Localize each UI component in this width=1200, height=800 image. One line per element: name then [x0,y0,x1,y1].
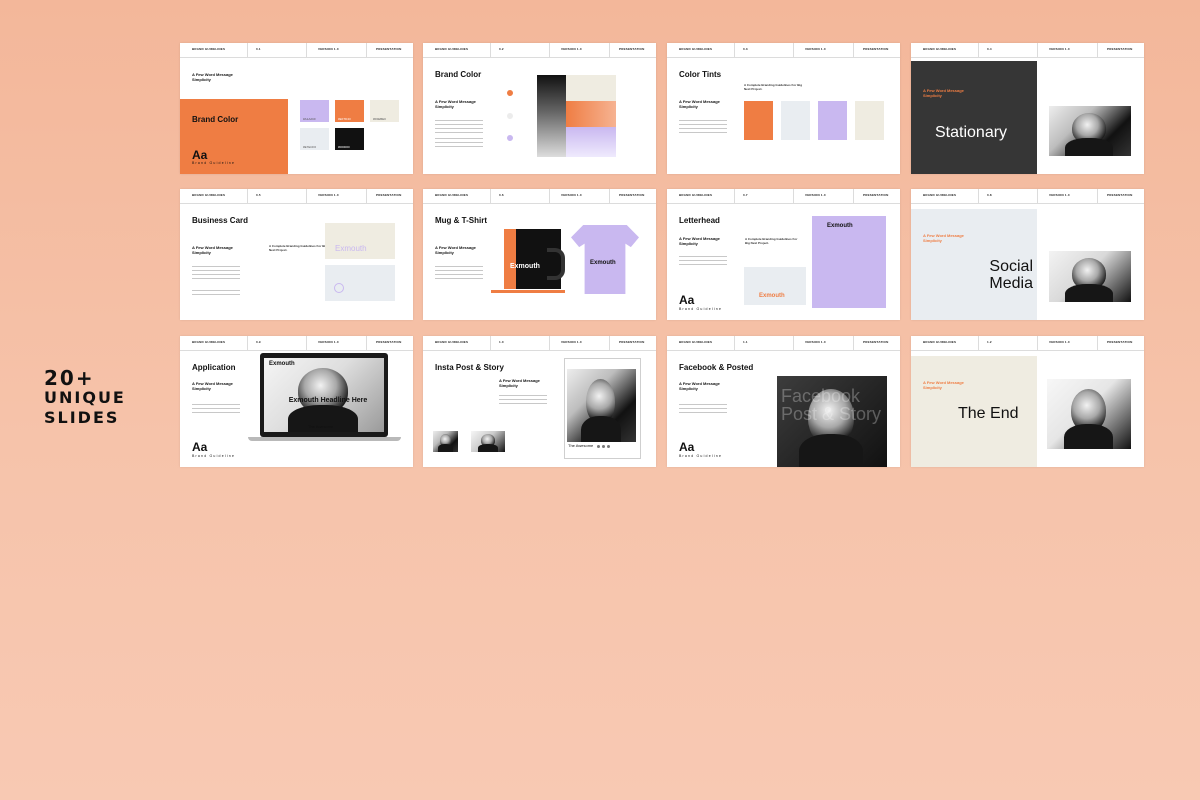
slide-5-intro: A Complete Branding Guidelines For Big N… [269,244,328,252]
slide-2-title: Brand Color [435,70,482,79]
insta-main-photo [567,369,636,442]
instagram-icon [607,445,610,448]
headline: 20+ UNIQUE SLIDES [44,368,174,428]
slide-6-msg: A Few Word Message Simplicity [435,245,476,255]
slide-the-end[interactable]: BRAND GUIDELINES 1.2 VERSION 1.0 PRESENTATI… [911,336,1144,467]
laptop-brand-label: Exmouth [269,361,295,367]
slide-4-msg: A Few Word Message Simplicity [923,88,964,98]
tint-swatch-cream [855,101,884,140]
facebook-icon [597,445,600,448]
tint-black [537,75,566,157]
twitter-icon [602,445,605,448]
mug-handle [547,248,565,280]
headline-count: 20+ [44,366,95,390]
slide-business-card[interactable]: BRAND GUIDELINES 0.5 VERSION 1.0 PRESENTATI… [180,189,413,320]
slide-2-msg: A Few Word Message Simplicity [435,99,476,109]
tint-lavender [566,127,616,157]
dot-lavender [507,135,513,141]
letterhead-brand-label: Exmouth [827,223,853,229]
slide-7-brand-guide: Brand Guideline [679,307,723,311]
laptop-base [248,437,401,441]
tint-orange [566,101,616,127]
slide-11-aa: Aa [679,440,695,454]
mug-plate [491,290,565,293]
slide-9-msg: A Few Word Message Simplicity [192,381,233,391]
slide-1-msg: A Few Word Message Simplicity [192,72,233,82]
slide-7-msg: A Few Word Message Simplicity [679,236,720,246]
slide-11-title: Facebook & Posted [679,363,754,372]
the-end-photo [1047,379,1131,449]
slide-11-brand-guide: Brand Guideline [679,454,723,458]
slide-grid: BRAND GUIDELINES 0.1 VERSION 1.0 PRESENTATI… [180,43,1144,467]
dot-light [507,113,513,119]
stationary-dark-panel [911,61,1037,174]
slide-3-msg: A Few Word Message Simplicity [679,99,720,109]
swatch-label-pale: #E7ECF0 [303,145,317,149]
headline-line2: SLIDES [44,408,120,427]
slide-7-title: Letterhead [679,216,720,225]
stage: 20+ UNIQUE SLIDES BRAND GUIDELINES 0.1 VER… [0,0,1200,800]
tshirt-brand-label: Exmouth [590,260,616,266]
slide-mug-tshirt[interactable]: BRAND GUIDELINES 0.6 VERSION 1.0 PRESENTATI… [423,189,656,320]
tint-swatch-pale [781,101,810,140]
insta-awesome: The Awesome [568,443,594,448]
laptop-awesome: The Awesome [308,424,334,429]
swatch-label-cream: #F0EBE0 [373,117,386,121]
slide-12-msg: A Few Word Message Simplicity [923,380,964,390]
letterhead-paper [812,216,886,308]
slide-8-title: Social Media [989,258,1033,292]
business-card-logo-icon [334,283,344,293]
slide-9-brand-guide: Brand Guideline [192,454,236,458]
stationary-photo [1049,106,1131,156]
slide-brand-color-1[interactable]: BRAND GUIDELINES 0.1 VERSION 1.0 PRESENTATI… [180,43,413,174]
slide-social-media[interactable]: BRAND GUIDELINES 0.8 VERSION 1.0 PRESENTATI… [911,189,1144,320]
slide-10-msg: A Few Word Message Simplicity [499,378,540,388]
slide-11-msg: A Few Word Message Simplicity [679,381,720,391]
slide-application[interactable]: BRAND GUIDELINES 0.9 VERSION 1.0 PRESENTATI… [180,336,413,467]
slide-insta-post-story[interactable]: BRAND GUIDELINES 1.0 VERSION 1.0 PRESENTATI… [423,336,656,467]
slide-3-intro: A Complete Branding Guidelines For Big N… [744,83,803,91]
laptop-headline: Exmouth Headline Here [288,397,368,404]
slide-facebook-posted[interactable]: BRAND GUIDELINES 1.1 VERSION 1.0 PRESENTATI… [667,336,900,467]
letterhead-envelope [744,267,806,305]
slide-5-msg: A Few Word Message Simplicity [192,245,233,255]
tint-cream [566,75,616,101]
slide-6-title: Mug & T-Shirt [435,216,487,225]
slide-12-title: The End [958,405,1019,422]
mug-brand-label: Exmouth [510,263,540,270]
swatch-label-orange: #EF7D43 [338,117,351,121]
slide-1-aa: Aa [192,148,208,162]
slide-9-aa: Aa [192,440,208,454]
swatch-label-black: #000000 [338,145,350,149]
slide-3-title: Color Tints [679,70,722,79]
tint-swatch-orange [744,101,773,140]
slide-9-title: Application [192,363,236,372]
laptop-photo [264,358,384,432]
facebook-big-text: Facebook Post & Story [781,386,882,424]
slide-7-intro: A Complete Branding Guidelines For Big N… [745,237,798,245]
headline-line1: UNIQUE [44,388,126,407]
slide-brand-color-2[interactable]: BRAND GUIDELINES 0.2 VERSION 1.0 PRESENTATI… [423,43,656,174]
slide-1-title: Brand Color [192,115,239,124]
slide-4-title: Stationary [935,124,1008,141]
social-photo [1049,251,1131,302]
slide-8-msg: A Few Word Message Simplicity [923,233,964,243]
insta-thumb-2 [471,431,505,452]
slide-1-brand-guide: Brand Guideline [192,161,236,165]
slide-5-title: Business Card [192,216,249,225]
business-card-brand: Exmouth [335,244,367,253]
slide-color-tints[interactable]: BRAND GUIDELINES 0.3 VERSION 1.0 PRESENTATI… [667,43,900,174]
business-card-front [325,223,395,259]
insta-thumb-1 [433,431,458,452]
slide-7-aa: Aa [679,293,695,307]
slide-stationary[interactable]: BRAND GUIDELINES 0.4 VERSION 1.0 PRESENTATI… [911,43,1144,174]
slide-10-title: Insta Post & Story [435,363,504,372]
swatch-label-lavender: #A1A2CF [303,117,317,121]
dot-orange [507,90,513,96]
tint-swatch-lavender [818,101,847,140]
slide-letterhead[interactable]: BRAND GUIDELINES 0.7 VERSION 1.0 PRESENTATI… [667,189,900,320]
envelope-brand-label: Exmouth [759,293,785,299]
